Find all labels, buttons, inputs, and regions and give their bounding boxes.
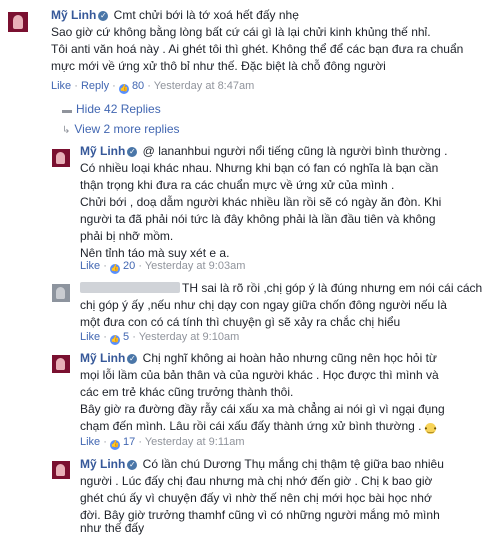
verified-icon: ✓ bbox=[127, 147, 138, 157]
commenter-name[interactable]: Mỹ Linh bbox=[51, 8, 96, 22]
like-link[interactable]: Like bbox=[51, 80, 71, 92]
like-link[interactable]: Like bbox=[80, 436, 100, 448]
reply-arrow-icon: ↳ bbox=[62, 125, 71, 136]
like-thumb-icon: 👍 bbox=[109, 440, 120, 450]
view-more-label: View 2 more replies bbox=[74, 122, 180, 136]
like-link[interactable]: Like bbox=[80, 331, 100, 343]
like-link[interactable]: Like bbox=[80, 260, 100, 272]
reply-line: TH sai là rõ rồi ,chị góp ý là đúng nhưn… bbox=[182, 281, 483, 295]
verified-icon: ✓ bbox=[127, 460, 138, 470]
timestamp[interactable]: Yesterday at 9:03am bbox=[145, 260, 246, 272]
reply-line-last: chạm đến mình. Lâu rồi cái xấu đấy thành… bbox=[80, 418, 437, 435]
reply-line: thận trọng khi đưa ra các chuẩn mực về ứ… bbox=[80, 178, 395, 192]
reply-line: người . Lúc đấy chị đau nhưng mà chị nhớ… bbox=[80, 474, 433, 488]
reply-line: ghét chú ấy vì chuyện đấy vì nhờ thế nên… bbox=[80, 491, 432, 505]
reply-line: phải bị nhỡ mồm. bbox=[80, 229, 174, 243]
comment-line: Tôi anti văn hoá này . Ai ghét tôi thì g… bbox=[51, 42, 464, 56]
replier-name[interactable]: Mỹ Linh bbox=[80, 144, 125, 158]
timestamp[interactable]: Yesterday at 8:47am bbox=[154, 80, 255, 92]
reply-line: người ta đã phải nói tức là đây không ph… bbox=[80, 212, 436, 226]
reply-text: TH sai là rõ rồi ,chị góp ý là đúng nhưn… bbox=[80, 280, 482, 297]
hide-replies-link[interactable]: ▬ Hide 42 Replies bbox=[62, 102, 161, 116]
reply-line: Chị nghĩ không ai hoàn hảo nhưng cũng nê… bbox=[142, 351, 437, 365]
blurred-name[interactable] bbox=[80, 282, 180, 293]
reply-line: chị góp ý ấy ,nếu như chị dạy con ngay g… bbox=[80, 298, 447, 312]
reply-line: Có lần chú Dương Thụ mắng chị thậm tệ gi… bbox=[142, 457, 444, 471]
like-count[interactable]: 5 bbox=[123, 331, 129, 343]
reply-link[interactable]: Reply bbox=[81, 80, 109, 92]
hide-replies-label: Hide 42 Replies bbox=[76, 102, 161, 116]
replier-name[interactable]: Mỹ Linh bbox=[80, 351, 125, 365]
reply-line: như thế đấy bbox=[80, 521, 145, 535]
reply-line: @ lananhbui người nổi tiếng cũng là ngườ… bbox=[142, 144, 448, 158]
reply-text: Mỹ Linh ✓ @ lananhbui người nổi tiếng cũn… bbox=[80, 143, 447, 160]
timestamp[interactable]: Yesterday at 9:10am bbox=[139, 331, 240, 343]
like-thumb-icon: 👍 bbox=[109, 335, 120, 345]
verified-icon: ✓ bbox=[127, 354, 138, 364]
comment-meta: Like · Reply · 👍 80 · Yesterday at 8:47a… bbox=[51, 80, 255, 94]
comment-text: Mỹ Linh ✓ Cmt chửi bới là tớ xoá hết đấy … bbox=[51, 7, 299, 24]
reply-line: các em trẻ khác cũng trưởng thành thôi. bbox=[80, 385, 294, 399]
reply-line: Chửi bới , doạ dẫm người khác nhiều lần … bbox=[80, 195, 442, 209]
comment-line: Cmt chửi bới là tớ xoá hết đấy nhẹ bbox=[113, 8, 299, 22]
reply-line: mọi lỗi lầm của bản thân và của người kh… bbox=[80, 368, 439, 382]
timestamp[interactable]: Yesterday at 9:11am bbox=[145, 436, 245, 448]
reply-meta: Like · 👍 5 · Yesterday at 9:10am bbox=[80, 331, 240, 345]
verified-icon: ✓ bbox=[98, 11, 109, 21]
emoji-icon: •‿• bbox=[424, 423, 437, 434]
avatar[interactable] bbox=[52, 149, 70, 167]
view-more-replies-link[interactable]: ↳ View 2 more replies bbox=[62, 122, 180, 136]
reply-line: Bây giờ ra đường đầy rẫy cái xấu xa mà c… bbox=[80, 402, 445, 416]
reply-text: Mỹ Linh ✓ Có lần chú Dương Thụ mắng chị t… bbox=[80, 456, 444, 473]
reply-text: Mỹ Linh ✓ Chị nghĩ không ai hoàn hảo nhưn… bbox=[80, 350, 437, 367]
reply-line: Có nhiều loại khác nhau. Nhưng khi bạn c… bbox=[80, 161, 439, 175]
like-thumb-icon: 👍 bbox=[118, 84, 129, 94]
comment-line: mực mới về ứng xử thô bỉ như thế. Đặc bi… bbox=[51, 59, 386, 73]
replier-name[interactable]: Mỹ Linh bbox=[80, 457, 125, 471]
like-count[interactable]: 20 bbox=[123, 260, 135, 272]
avatar[interactable] bbox=[52, 355, 70, 373]
collapse-arrow-icon: ▬ bbox=[62, 105, 72, 116]
comment-line: Sao giờ cứ không bằng lòng bất cứ cái gì… bbox=[51, 25, 431, 39]
reply-line: một đưa con có cá tính thì chuyện gì sẽ … bbox=[80, 315, 401, 329]
reply-meta: Like · 👍 17 · Yesterday at 9:11am bbox=[80, 436, 245, 450]
reply-line: chạm đến mình. Lâu rồi cái xấu đấy thành… bbox=[80, 419, 422, 433]
like-thumb-icon: 👍 bbox=[109, 264, 120, 274]
avatar[interactable] bbox=[8, 12, 28, 32]
avatar[interactable] bbox=[52, 461, 70, 479]
like-count[interactable]: 80 bbox=[132, 80, 144, 92]
reply-meta: Like · 👍 20 · Yesterday at 9:03am bbox=[80, 260, 246, 274]
like-count[interactable]: 17 bbox=[123, 436, 135, 448]
avatar[interactable] bbox=[52, 284, 70, 302]
